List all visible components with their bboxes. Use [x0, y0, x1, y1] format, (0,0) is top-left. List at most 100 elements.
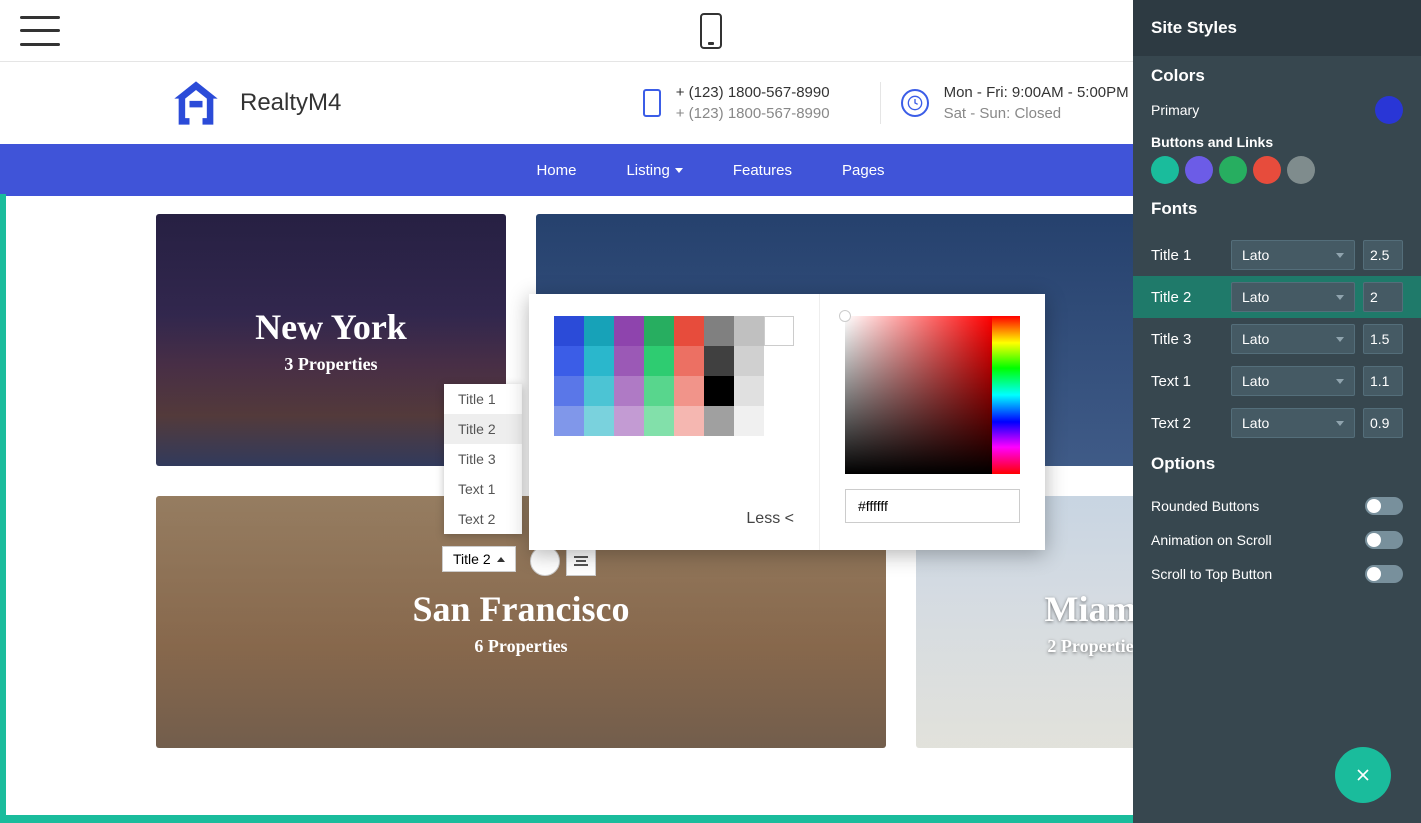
swatch[interactable] — [614, 316, 644, 346]
button-color-swatches — [1151, 156, 1403, 184]
swatch-grid — [554, 316, 764, 436]
font-select[interactable]: Lato — [1231, 282, 1355, 312]
swatch[interactable] — [554, 406, 584, 436]
toggle-animation[interactable] — [1365, 531, 1403, 549]
less-link[interactable]: Less < — [554, 510, 794, 528]
close-panel-button[interactable] — [1335, 747, 1391, 803]
mobile-device-icon[interactable] — [700, 13, 722, 49]
color-swatch[interactable] — [1253, 156, 1281, 184]
header-hours-block: Mon - Fri: 9:00AM - 5:00PM Sat - Sun: Cl… — [880, 82, 1149, 124]
swatch[interactable] — [704, 406, 734, 436]
chevron-down-icon — [1336, 379, 1344, 384]
menu-item-text1[interactable]: Text 1 — [444, 474, 522, 504]
swatch[interactable] — [614, 376, 644, 406]
swatch[interactable] — [674, 406, 704, 436]
swatch[interactable] — [644, 376, 674, 406]
color-swatch[interactable] — [1185, 156, 1213, 184]
menu-item-text2[interactable]: Text 2 — [444, 504, 522, 534]
align-button[interactable] — [566, 546, 596, 576]
toggle-rounded[interactable] — [1365, 497, 1403, 515]
font-label: Text 1 — [1151, 373, 1223, 390]
font-size-input[interactable]: 0.9 — [1363, 408, 1403, 438]
option-label: Rounded Buttons — [1151, 498, 1259, 514]
swatch[interactable] — [554, 376, 584, 406]
option-rounded-buttons: Rounded Buttons — [1133, 489, 1421, 523]
font-row-text2: Text 2 Lato 0.9 — [1133, 402, 1421, 444]
font-row-title2: Title 2 Lato 2 — [1133, 276, 1421, 318]
nav-listing-label: Listing — [626, 162, 669, 179]
hours-primary: Mon - Fri: 9:00AM - 5:00PM — [944, 82, 1129, 103]
swatch[interactable] — [584, 376, 614, 406]
primary-color-label: Primary — [1151, 102, 1199, 118]
swatch[interactable] — [644, 316, 674, 346]
swatch[interactable] — [734, 406, 764, 436]
font-size-input[interactable]: 1.5 — [1363, 324, 1403, 354]
font-select[interactable]: Lato — [1231, 408, 1355, 438]
phone-secondary: + (123) 1800-567-8990 — [676, 103, 830, 124]
font-label: Text 2 — [1151, 415, 1223, 432]
nav-home[interactable]: Home — [536, 162, 576, 179]
swatch[interactable] — [584, 316, 614, 346]
swatch[interactable] — [734, 346, 764, 376]
menu-icon[interactable] — [20, 16, 60, 46]
swatch[interactable] — [674, 346, 704, 376]
text-style-menu: Title 1 Title 2 Title 3 Text 1 Text 2 — [444, 384, 522, 534]
saturation-value-picker[interactable] — [845, 316, 992, 474]
swatch[interactable] — [614, 406, 644, 436]
swatch[interactable] — [704, 376, 734, 406]
swatch[interactable] — [734, 376, 764, 406]
site-logo-icon[interactable] — [170, 77, 222, 129]
card-subtitle: 3 Properties — [284, 354, 377, 375]
swatch[interactable] — [704, 346, 734, 376]
font-name: Lato — [1242, 289, 1269, 305]
swatch[interactable] — [554, 346, 584, 376]
swatch[interactable] — [674, 316, 704, 346]
font-size-input[interactable]: 1.1 — [1363, 366, 1403, 396]
option-scroll-top: Scroll to Top Button — [1133, 557, 1421, 591]
swatch[interactable] — [644, 346, 674, 376]
font-size-input[interactable]: 2.5 — [1363, 240, 1403, 270]
nav-pages[interactable]: Pages — [842, 162, 885, 179]
colors-heading: Colors — [1151, 66, 1403, 86]
menu-item-title1[interactable]: Title 1 — [444, 384, 522, 414]
panel-title: Site Styles — [1133, 0, 1421, 56]
color-swatch[interactable] — [1287, 156, 1315, 184]
hue-slider[interactable] — [992, 316, 1020, 474]
swatch[interactable] — [644, 406, 674, 436]
clock-icon — [901, 89, 929, 117]
sv-handle[interactable] — [839, 310, 851, 322]
nav-listing[interactable]: Listing — [626, 162, 682, 179]
font-select[interactable]: Lato — [1231, 366, 1355, 396]
swatch[interactable] — [674, 376, 704, 406]
font-select[interactable]: Lato — [1231, 324, 1355, 354]
menu-item-title2[interactable]: Title 2 — [444, 414, 522, 444]
swatch[interactable] — [554, 316, 584, 346]
chevron-down-icon — [1336, 295, 1344, 300]
font-size-input[interactable]: 2 — [1363, 282, 1403, 312]
option-label: Scroll to Top Button — [1151, 566, 1272, 582]
color-picker-popup: Less < — [529, 294, 1045, 550]
color-picker-button[interactable] — [530, 546, 560, 576]
toggle-scroll-top[interactable] — [1365, 565, 1403, 583]
swatch[interactable] — [614, 346, 644, 376]
swatch[interactable] — [584, 346, 614, 376]
color-swatch[interactable] — [1151, 156, 1179, 184]
brand-name[interactable]: RealtyM4 — [240, 89, 341, 117]
primary-color-dot[interactable] — [1375, 96, 1403, 124]
card-title: Miam — [1045, 588, 1137, 630]
fonts-heading: Fonts — [1151, 199, 1403, 219]
hex-input[interactable] — [845, 489, 1020, 523]
swatch[interactable] — [734, 316, 764, 346]
chevron-down-icon — [1336, 253, 1344, 258]
menu-item-title3[interactable]: Title 3 — [444, 444, 522, 474]
swatch[interactable] — [584, 406, 614, 436]
style-selector-dropdown[interactable]: Title 2 — [442, 546, 516, 572]
nav-features[interactable]: Features — [733, 162, 792, 179]
chevron-up-icon — [497, 557, 505, 562]
swatch-white[interactable] — [764, 316, 794, 346]
phone-primary: + (123) 1800-567-8990 — [676, 82, 830, 103]
color-swatch[interactable] — [1219, 156, 1247, 184]
font-select[interactable]: Lato — [1231, 240, 1355, 270]
swatch[interactable] — [704, 316, 734, 346]
font-label: Title 2 — [1151, 289, 1223, 306]
